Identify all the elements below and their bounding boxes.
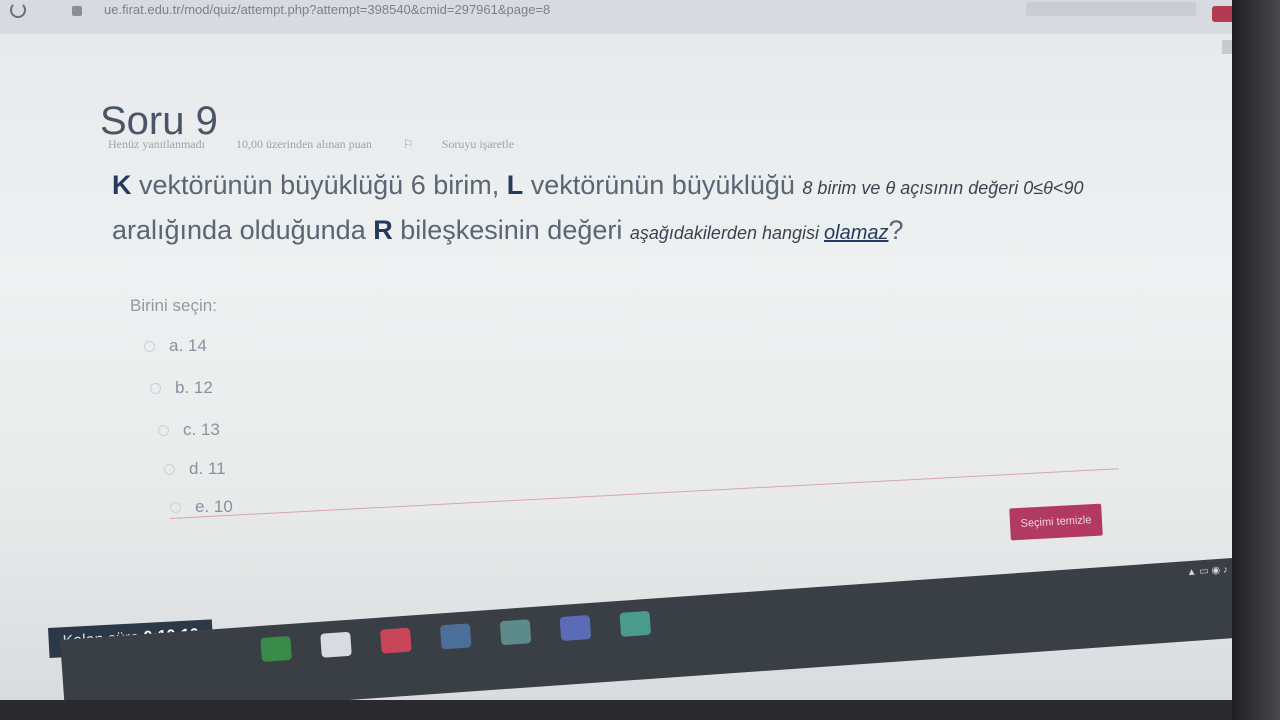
radio-button[interactable] [150,382,161,394]
chrome-icon[interactable] [320,631,352,658]
question-text-italic: 8 birim ve θ açısının değeri 0≤θ<90 [802,178,1084,198]
question-text-part: vektörünün büyüklüğü [523,170,803,200]
question-mark: ? [888,215,904,245]
radio-button[interactable] [144,340,155,352]
answer-option-a[interactable]: a. 14 [144,336,207,356]
app-icon[interactable] [499,619,532,646]
answer-label: c. 13 [183,420,220,439]
answer-label: a. 14 [169,336,207,355]
taskbar: ▲ ▭ ◉ ♪ [60,557,1240,700]
answer-label: d. 11 [189,459,226,478]
answer-status: Henüz yanıtlanmadı [108,137,205,151]
question-status-row: Henüz yanıtlanmadı 10,00 üzerinden alına… [108,137,570,152]
app-icon[interactable] [260,635,292,662]
question-text-part: bileşkesinin değeri [392,215,630,245]
radio-button[interactable] [170,501,181,513]
opera-icon[interactable] [380,627,412,654]
browser-toolbar: ue.firat.edu.tr/mod/quiz/attempt.php?att… [0,0,1240,34]
question-text-italic: aşağıdakilerden hangisi [629,223,825,243]
radio-button[interactable] [158,424,169,436]
answer-prompt: Birini seçin: [130,296,217,315]
flag-icon: ⚐ [402,137,414,151]
scroll-handle[interactable] [1222,40,1232,54]
app-icon[interactable] [439,623,472,650]
lock-icon [72,6,82,16]
reload-icon[interactable] [10,2,26,18]
question-text: K vektörünün büyüklüğü 6 birim, L vektör… [112,164,1172,254]
address-bar[interactable]: ue.firat.edu.tr/mod/quiz/attempt.php?att… [104,2,550,17]
vector-r: R [373,215,393,245]
system-tray[interactable]: ▲ ▭ ◉ ♪ [1186,564,1228,578]
question-points: 10,00 üzerinden alınan puan [235,137,372,151]
answer-option-e[interactable]: e. 10 [170,497,233,517]
question-text-part: aralığında olduğunda [112,215,374,245]
clear-selection-button[interactable]: Seçimi temizle [1009,503,1103,541]
app-icon[interactable] [559,614,592,642]
answer-option-b[interactable]: b. 12 [150,378,213,398]
flag-question-link[interactable]: ⚐ Soruyu işaretle [403,137,542,151]
question-text-part: vektörünün büyüklüğü 6 birim, [131,170,507,200]
question-keyword: olamaz [824,222,889,244]
answer-option-c[interactable]: c. 13 [158,420,220,440]
screen: ue.firat.edu.tr/mod/quiz/attempt.php?att… [0,0,1240,700]
radio-button[interactable] [164,463,175,475]
answer-option-d[interactable]: d. 11 [164,459,226,479]
divider [170,468,1119,519]
app-icon[interactable] [619,610,652,637]
monitor-bezel [1232,0,1280,720]
answer-label: b. 12 [175,378,213,397]
vector-l: L [506,170,524,200]
profile-chip[interactable] [1026,2,1196,16]
vector-k: K [112,170,132,200]
flag-question-label: Soruyu işaretle [441,137,515,151]
